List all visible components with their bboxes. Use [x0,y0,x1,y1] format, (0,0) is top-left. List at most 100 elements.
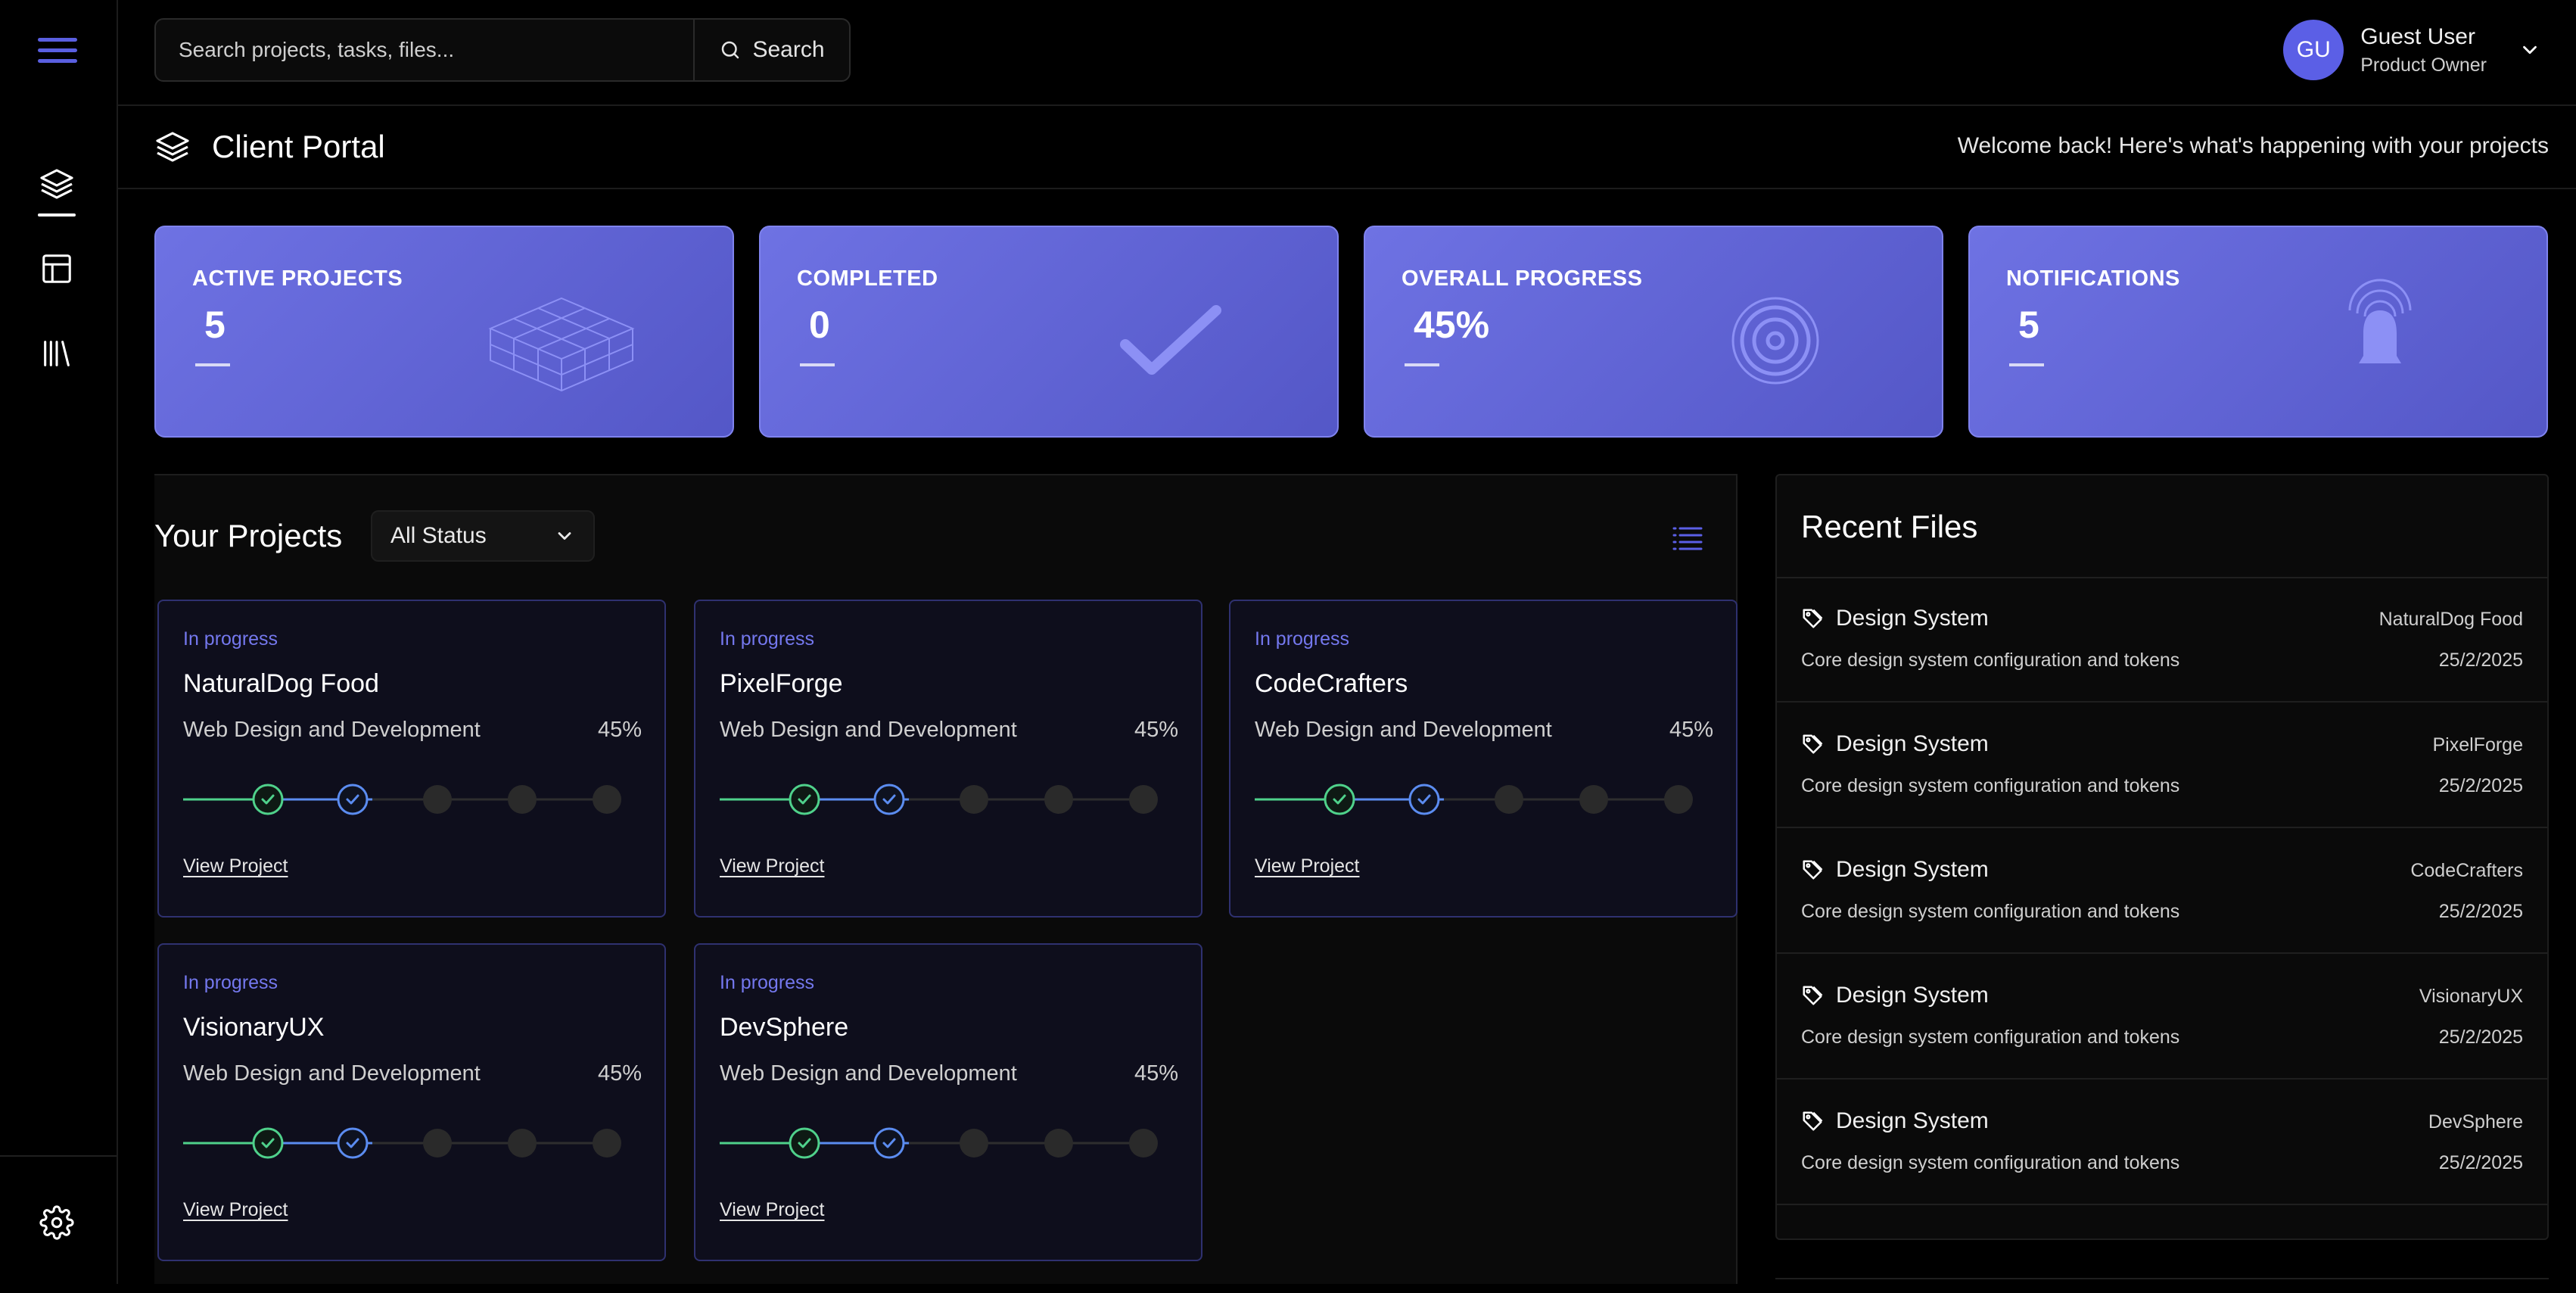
list-view-button[interactable] [1671,525,1703,555]
project-status: In progress [1255,628,1350,650]
divider [1777,1078,2547,1080]
search-button[interactable]: Search [693,20,849,80]
page-header: Client Portal Welcome back! Here's what'… [118,106,2576,189]
step-pending [508,1129,537,1157]
search-button-label: Search [752,37,825,62]
stat-underline [2009,363,2044,366]
recent-files-panel: Recent Files Design System NaturalDog Fo… [1775,474,2549,1240]
recent-file-item[interactable]: Design System CodeCrafters Core design s… [1777,830,2547,954]
tag-icon [1803,1111,1823,1131]
project-name: CodeCrafters [1255,669,1408,698]
file-project: CodeCrafters [2410,860,2523,881]
sidebar-item-layout[interactable] [32,244,82,294]
file-project: NaturalDog Food [2378,609,2523,630]
search-bar: Search [154,18,851,82]
settings-button[interactable] [32,1198,82,1248]
file-name: Design System [1836,1108,1989,1133]
step-pending [1044,785,1073,814]
chevron-down-icon [2523,45,2537,55]
stat-value: 45% [1414,304,1490,346]
tag-icon [1803,986,1823,1005]
step-pending [1129,1129,1158,1157]
recent-file-item[interactable]: Design System DevSphere Core design syst… [1777,1081,2547,1205]
project-name: PixelForge [720,669,843,698]
file-name: Design System [1836,857,1989,882]
user-role: Product Owner [2360,54,2487,76]
recent-file-item[interactable]: Design System PixelForge Core design sys… [1777,704,2547,828]
layers-icon [156,132,189,162]
project-type: Web Design and Development [720,1061,1017,1086]
step-pending [423,785,452,814]
progress-stepper [183,784,621,815]
file-name: Design System [1836,731,1989,756]
project-card[interactable]: In progress VisionaryUX Web Design and D… [157,943,666,1261]
step-done [252,1127,284,1159]
view-project-link[interactable]: View Project [183,855,288,877]
chevron-down-icon [558,532,571,540]
step-pending [1044,1129,1073,1157]
step-pending [1579,785,1608,814]
sidebar-item-projects[interactable] [32,159,82,217]
view-project-link[interactable]: View Project [1255,855,1360,877]
sidebar [0,0,118,1284]
project-status: In progress [720,628,815,650]
step-current [337,784,369,815]
panel-edge [1775,1278,2549,1293]
step-current [873,1127,905,1159]
file-project: PixelForge [2432,734,2524,756]
library-icon [44,341,70,366]
file-date: 25/2/2025 [2438,775,2523,796]
file-name: Design System [1836,983,1989,1008]
stat-card-completed: COMPLETED 0 [759,226,1339,438]
project-progress: 45% [1134,718,1178,742]
stat-card-active-projects: ACTIVE PROJECTS 5 [154,226,734,438]
search-icon [722,41,739,59]
cube-grid-icon [488,297,635,392]
sidebar-item-library[interactable] [32,329,82,379]
progress-stepper [720,1127,1158,1159]
search-input[interactable] [156,20,693,80]
view-project-link[interactable]: View Project [183,1199,288,1221]
stat-label: OVERALL PROGRESS [1402,266,1643,291]
recent-file-item[interactable]: Design System VisionaryUX Core design sy… [1777,955,2547,1080]
project-card[interactable]: In progress CodeCrafters Web Design and … [1229,600,1738,918]
progress-stepper [183,1127,621,1159]
file-description: Core design system configuration and tok… [1801,1027,2180,1048]
welcome-message: Welcome back! Here's what's happening wi… [1957,133,2549,158]
recent-file-item[interactable]: Design System NaturalDog Food Core desig… [1777,578,2547,703]
project-card[interactable]: In progress DevSphere Web Design and Dev… [694,943,1202,1261]
stat-card-notifications: NOTIFICATIONS 5 [1968,226,2548,438]
tag-icon [1803,734,1823,754]
list-icon [1672,527,1703,550]
stat-label: ACTIVE PROJECTS [192,266,403,291]
project-card[interactable]: In progress PixelForge Web Design and De… [694,600,1202,918]
project-status: In progress [720,972,815,993]
project-type: Web Design and Development [183,1061,481,1086]
target-icon [1731,297,1819,385]
step-done [252,784,284,815]
stat-value: 5 [204,304,226,346]
step-done [789,1127,820,1159]
status-filter-select[interactable]: All Status [371,510,595,562]
layout-icon [42,254,71,283]
hamburger-menu-icon[interactable] [38,38,77,64]
divider [1777,827,2547,828]
file-project: DevSphere [2428,1111,2523,1133]
step-done [789,784,820,815]
project-status: In progress [183,628,278,650]
gear-icon [39,1205,74,1240]
view-project-link[interactable]: View Project [720,855,825,877]
stat-underline [195,363,230,366]
divider [1777,701,2547,703]
stat-label: COMPLETED [797,266,938,291]
stat-value: 0 [809,304,830,346]
projects-title: Your Projects [154,518,343,553]
bell-icon [2348,279,2412,363]
project-card[interactable]: In progress NaturalDog Food Web Design a… [157,600,666,918]
user-menu[interactable]: GU Guest User Product Owner [2283,18,2541,82]
file-description: Core design system configuration and tok… [1801,650,2180,671]
project-name: NaturalDog Food [183,669,379,698]
project-status: In progress [183,972,278,993]
view-project-link[interactable]: View Project [720,1199,825,1221]
project-type: Web Design and Development [720,718,1017,742]
